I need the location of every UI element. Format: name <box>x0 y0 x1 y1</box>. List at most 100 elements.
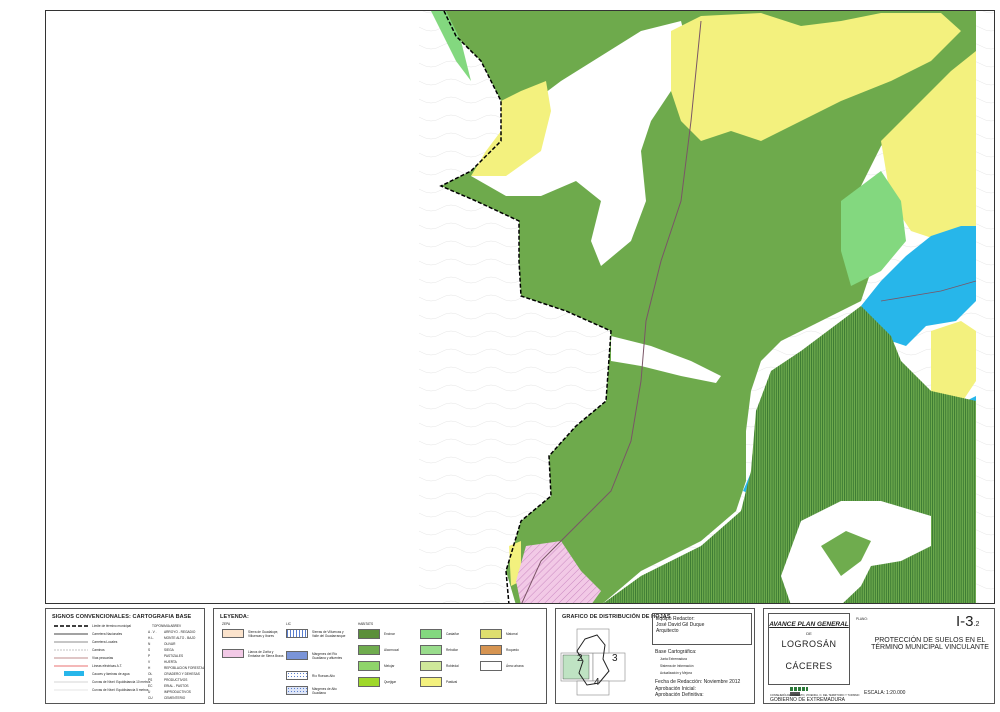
swatch <box>480 661 502 671</box>
toponimia-title: TOPONIMIA ABREV <box>152 624 182 628</box>
swatch <box>420 661 442 671</box>
signo-label: Curvas de Nivel: Equidistancia 5 metros <box>92 688 149 692</box>
legend-item-habitat: Rebollar <box>420 645 458 655</box>
legend-item-lic: Márgenes del Río Guadiana y afluentes <box>286 651 350 660</box>
plano-label: PLANO: <box>856 617 868 621</box>
provincia-name: CÁCERES <box>785 661 833 671</box>
legend-label: Robledal <box>446 664 459 668</box>
map-sheet: SIGNOS CONVENCIONALES: CARTOGRAFIA BASE … <box>0 0 1000 712</box>
toponimia-name: CEMENTERIO <box>164 696 186 700</box>
swatch <box>358 677 380 687</box>
signo-label: Caminos <box>92 648 105 652</box>
signo-label: Límite de término municipal <box>92 624 131 628</box>
swatch <box>358 645 380 655</box>
plano-number-main: I-3 <box>956 613 974 630</box>
legend-item-lic: Río Ruecas Alto <box>286 671 350 680</box>
plano-title-line2: TÉRMINO MUNICIPAL VINCULANTE <box>871 644 989 651</box>
title-de: DE <box>806 631 812 636</box>
legend-item-habitat: Pastizal <box>420 677 457 687</box>
signos-title: SIGNOS CONVENCIONALES: CARTOGRAFIA BASE <box>52 614 192 620</box>
leyenda-heading-lic: LIC <box>286 622 291 626</box>
swatch <box>420 677 442 687</box>
legend-item-habitat: Melojar <box>358 661 394 671</box>
swatch <box>420 629 442 639</box>
aprobacion-definitiva: Aprobación Definitiva: <box>655 692 704 698</box>
legend-label: Márgenes del Río Guadiana y afluentes <box>312 651 343 660</box>
signo-label: Carretera Locales <box>92 640 118 644</box>
swatch <box>480 645 502 655</box>
panel-distribucion-hojas: GRAFICO DE DISTRIBUCIÓN DE HOJAS 2 3 4 E… <box>555 608 755 704</box>
legend-item-habitat: Matorral <box>480 629 518 639</box>
legend-label: Castañar <box>446 632 459 636</box>
legend-item-lic: Sierras de Villuercas y Valle del Guadar… <box>286 629 350 638</box>
toponimia-abbr: CU <box>148 696 153 700</box>
signo-label: Curvas de Nivel: Equidistancia 10 metros <box>92 680 151 684</box>
base-line: Sistema de Información <box>660 664 694 668</box>
leyenda-title: LEYENDA: <box>220 614 249 620</box>
plano-title-line1: PROTECCIÓN DE SUELOS EN EL <box>874 637 986 644</box>
swatch <box>358 661 380 671</box>
legend-item-zepa: Sierra de Guadalupe, Villuercas y Ibores <box>222 629 284 638</box>
sheet-label: 3 <box>612 653 618 664</box>
legend-label: Río Ruecas Alto <box>312 673 335 678</box>
swatch <box>222 629 244 638</box>
legend-label: Alcornocal <box>384 648 399 652</box>
swatch <box>286 686 308 695</box>
leyenda-heading-habitats: HABITATS <box>358 622 374 626</box>
escala-value: 1:20.000 <box>886 690 906 696</box>
base-label: Base Cartográfica: <box>655 649 697 655</box>
plano-title: PROTECCIÓN DE SUELOS EN EL TÉRMINO MUNIC… <box>868 637 992 651</box>
map-canvas[interactable] <box>46 11 995 604</box>
legend-label: Melojar <box>384 664 395 668</box>
legend-item-habitat: Encinar <box>358 629 395 639</box>
signo-label: Carretera Nacionales <box>92 632 123 636</box>
signo-label: Cauces y láminas de agua <box>92 672 130 676</box>
equipo-box: Equipo Redactor: José David Gil Duque Ar… <box>652 613 752 645</box>
base-line: Junta Extremadura <box>660 657 687 661</box>
signo-label: Vías pecuarias <box>92 656 114 660</box>
sheet-label: 4 <box>594 677 600 688</box>
leyenda-heading-zepa: ZEPA <box>222 622 231 626</box>
legend-label: Llanos de Zorita y Embalse de Sierra Bra… <box>248 649 284 658</box>
gobierno-text: GOBIERNO DE EXTREMADURA <box>770 697 846 703</box>
author-profession: Arquitecto <box>656 628 679 634</box>
legend-label: Sierra de Guadalupe, Villuercas y Ibores <box>248 629 279 638</box>
swatch <box>286 651 308 660</box>
map-frame <box>45 10 995 604</box>
swatch <box>286 671 308 680</box>
legend-label: Quejigar <box>384 680 397 684</box>
legend-item-zepa: Llanos de Zorita y Embalse de Sierra Bra… <box>222 649 284 658</box>
legend-label: Matorral <box>506 632 518 636</box>
municipio-name: LOGROSÁN <box>781 639 837 649</box>
fecha-redaccion: Fecha de Redacción: Noviembre 2012 <box>655 679 741 685</box>
swatch <box>358 629 380 639</box>
legend-label: Área urbana <box>506 664 524 668</box>
panel-signos-convencionales: SIGNOS CONVENCIONALES: CARTOGRAFIA BASE … <box>45 608 205 704</box>
legend-item-habitat: Área urbana <box>480 661 524 671</box>
legend-label: Rebollar <box>446 648 458 652</box>
panel-title-block: AVANCE PLAN GENERAL DE LOGROSÁN CÁCERES … <box>763 608 995 704</box>
escala-label: ESCALA: <box>864 690 886 696</box>
plano-number: I-3.2 <box>956 613 979 631</box>
signo-label: Líneas eléctricas A.T. <box>92 664 123 668</box>
swatch <box>420 645 442 655</box>
legend-label: Sierras de Villuercas y Valle del Guadar… <box>312 629 346 638</box>
legend-item-habitat: Castañar <box>420 629 459 639</box>
legend-item-habitat: Alcornocal <box>358 645 399 655</box>
legend-item-habitat: Roquedo <box>480 645 519 655</box>
title-left-box: AVANCE PLAN GENERAL DE LOGROSÁN CÁCERES <box>768 613 850 685</box>
legend-label: Encinar <box>384 632 395 636</box>
gobierno-logo <box>790 687 808 691</box>
sheet-label: 2 <box>577 653 583 664</box>
swatch <box>480 629 502 639</box>
legend-label: Pastizal <box>446 680 458 684</box>
legend-label: Roquedo <box>506 648 519 652</box>
signos-line-symbols <box>54 625 88 691</box>
plano-number-sub: .2 <box>973 621 980 628</box>
panel-leyenda: LEYENDA: ZEPA LIC HABITATS Sierra de Gua… <box>213 608 547 704</box>
legend-item-habitat: Quejigar <box>358 677 396 687</box>
base-line: Actualización y Mejora <box>660 671 692 675</box>
legend-item-habitat: Robledal <box>420 661 459 671</box>
legend-item-lic: Márgenes de Alto Guadiana <box>286 686 350 695</box>
legend-label: Márgenes de Alto Guadiana <box>312 686 337 695</box>
